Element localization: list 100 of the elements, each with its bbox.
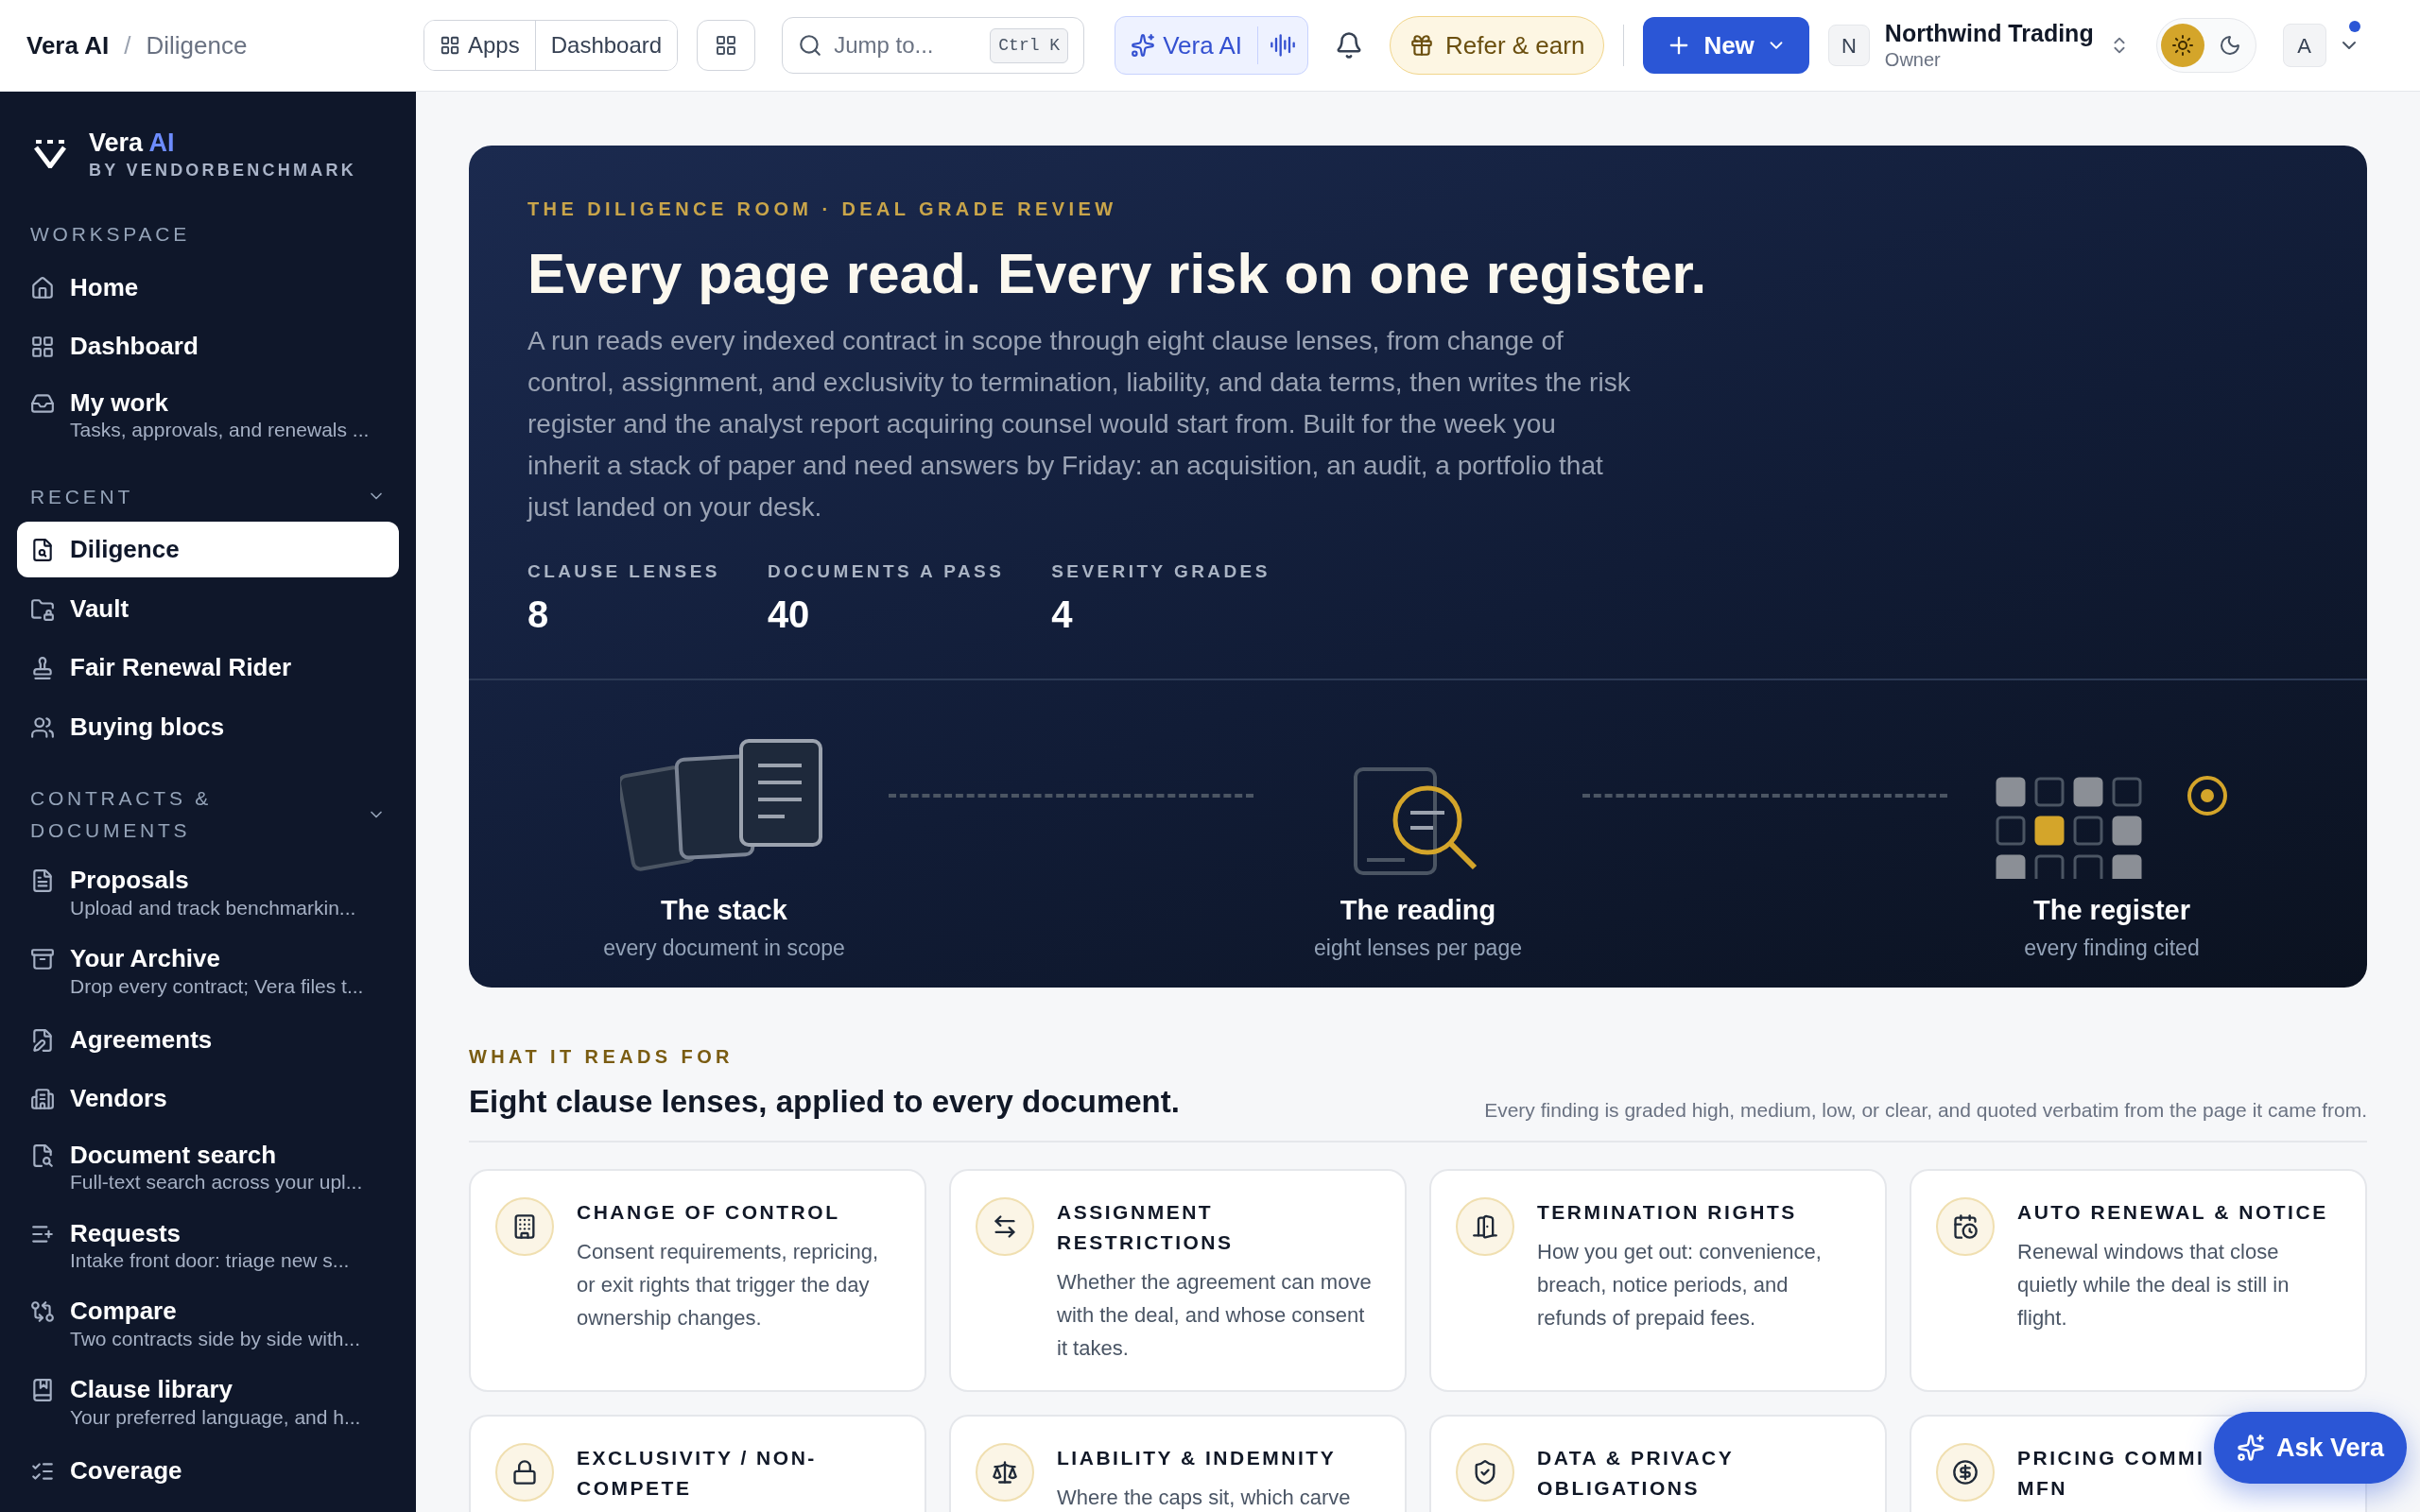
lens-title: AUTO RENEWAL & NOTICE [2017,1199,2329,1225]
brand-name: Vera AI [89,128,176,159]
lens-title: ASSIGNMENT RESTRICTIONS [1057,1199,1235,1255]
step-description: eight lenses per page [1314,934,1522,962]
breadcrumb-separator: / [124,29,131,61]
refer-button[interactable]: Refer & earn [1389,16,1605,75]
sparkle-icon [2236,1434,2265,1462]
lens-description: Whether the agreement can move with the deal, and whose consent it takes. [1057,1268,1373,1362]
search-icon [798,33,823,58]
archive-icon [30,947,55,972]
apps-button[interactable] [697,20,756,71]
item-description: Your preferred language, and h... [70,1404,361,1430]
item-label: Clause library [70,1374,233,1405]
step-title: The stack [661,894,787,927]
lens-title: EXCLUSIVITY / NON-COMPETE [577,1445,818,1501]
sidebar-item[interactable]: Document search Full-text search across your upl... [17,1129,399,1205]
item-label: Document search [70,1139,278,1171]
sidebar-item[interactable]: Vendors [17,1071,399,1126]
lens-title: TERMINATION RIGHTS [1537,1199,1798,1225]
sun-icon [2170,34,2194,57]
sidebar-item[interactable]: Coverage [17,1442,399,1499]
step-title: The reading [1340,894,1496,927]
sidebar-item[interactable]: Requests Intake front door: triage new s... [17,1208,399,1283]
lens-title: PRICING COMMI MFN [2017,1445,2205,1501]
ask-vera-button[interactable]: Ask Vera [2213,1412,2407,1484]
sidebar-item[interactable]: Compare Two contracts side by side with... [17,1286,399,1362]
section-eyebrow: WHAT IT READS FOR [469,1045,735,1069]
item-label: Coverage [70,1454,182,1486]
item-label: My work [70,387,170,419]
section-heading: RECENT [30,484,135,509]
sidebar-item[interactable]: Clause library Your preferred language, and h... [17,1365,399,1439]
breadcrumb-current: Diligence [146,29,248,61]
lens-description: Where the caps sit, which carve [1057,1484,1351,1511]
stat-label: CLAUSE LENSES [527,560,720,583]
stat-value: 8 [527,592,550,637]
home-icon [30,275,55,301]
item-description: Intake front door: triage new s... [70,1248,350,1274]
section-heading: WORKSPACE [30,222,191,248]
document-search-icon [30,538,55,563]
stat-label: SEVERITY GRADES [1051,560,1270,583]
lens-description: How you get out: convenience, breach, notice periods, and refunds of prepaid fees. [1537,1238,1823,1332]
hero-title: Every page read. Every risk on one register. [527,241,1708,307]
assistant-button[interactable]: Vera AI [1115,26,1257,64]
moon-icon [2218,34,2241,57]
sidebar-item[interactable]: Proposals Upload and track benchmarkin... [17,855,399,931]
sidebar-item[interactable]: Fair Renewal Rider [17,640,399,696]
sidebar-item[interactable]: Diligence [17,522,399,577]
organization-role: Owner [1884,48,1942,73]
item-label: Your Archive [70,943,221,974]
light-theme-button[interactable] [2160,24,2204,67]
document-pen-icon [30,1027,55,1053]
user-avatar[interactable]: A [2282,24,2326,67]
users-icon [30,714,55,740]
sidebar-item[interactable]: Dashboard [17,318,399,374]
breadcrumb-link[interactable]: Vera AI [26,26,110,64]
item-label: Requests [70,1217,182,1249]
item-label: Diligence [70,534,180,565]
item-label: Vendors [70,1083,167,1114]
sidebar-item[interactable]: Vault [17,580,399,637]
item-label: Vault [70,593,130,625]
organization-switcher[interactable]: N Northwind Trading Owner [1827,18,2130,73]
step-title: The register [2033,894,2190,927]
organization-avatar: N [1827,25,1870,66]
item-label: Agreements [70,1023,213,1056]
section-heading: CONTRACTS & DOCUMENTS [30,786,214,843]
item-description: Full-text search across your upl... [70,1170,363,1195]
section-title: Eight clause lenses, applied to every document. [469,1083,1180,1121]
lens-title: CHANGE OF CONTROL [577,1199,841,1225]
item-description: Tasks, approvals, and renewals ... [70,418,370,443]
logo-icon [34,140,66,169]
document-icon [30,868,55,894]
item-description: Upload and track benchmarkin... [70,895,356,920]
lens-title: DATA & PRIVACY OBLIGATIONS [1537,1445,1735,1501]
view-tab[interactable]: Dashboard [534,21,678,70]
sidebar-item[interactable]: Home [17,259,399,316]
sidebar-item[interactable]: Agreements [17,1011,399,1068]
item-description: Drop every contract; Vera files t... [70,973,364,999]
item-label: Fair Renewal Rider [70,652,292,683]
lens-title: LIABILITY & INDEMNITY [1057,1445,1338,1470]
lens-description: Consent requirements, repricing, or exit rights that trigger the day ownership changes. [577,1238,880,1332]
hero-eyebrow: THE DILIGENCE ROOM · DEAL GRADE REVIEW [527,198,1118,221]
item-description: Two contracts side by side with... [70,1326,360,1351]
book-icon [30,1378,55,1403]
search-bar[interactable]: Jump to... Ctrl K [782,17,1085,74]
stat-value: 40 [767,592,811,637]
search-input[interactable]: Jump to... [834,28,979,62]
organization-name: Northwind Trading [1884,18,2094,48]
new-button[interactable]: New [1643,17,1809,74]
sidebar-item[interactable]: Your Archive Drop every contract; Vera files t... [17,934,399,1008]
item-label: Dashboard [70,331,199,362]
document-search-icon [30,1143,55,1168]
item-label: Proposals [70,865,190,896]
item-label: Home [70,271,139,303]
grid-icon [30,335,55,360]
sidebar-item[interactable]: Buying blocs [17,698,399,755]
stamp-icon [30,656,55,681]
stat-value: 4 [1051,592,1074,637]
step-description: every finding cited [2024,934,2200,962]
compare-arrows-icon [30,1299,55,1325]
sidebar-item[interactable]: My work Tasks, approvals, and renewals ... [17,377,399,453]
